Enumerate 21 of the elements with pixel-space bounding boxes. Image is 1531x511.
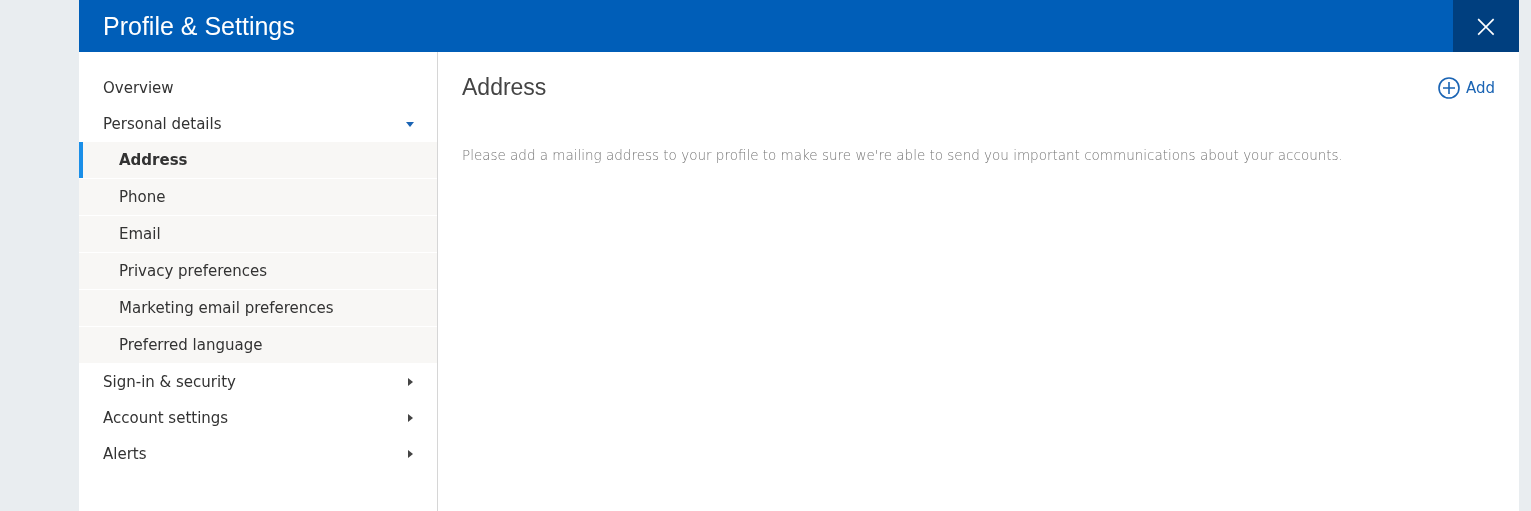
sidebar-subitem[interactable]: Phone [79, 179, 437, 215]
sidebar-subitem[interactable]: Privacy preferences [79, 253, 437, 289]
info-message: Please add a mailing address to your profile to make sure we're able to send you important communications about your accounts. [462, 147, 1344, 163]
sidebar-subitem[interactable]: Address [79, 142, 437, 178]
close-button[interactable]: × [1453, 0, 1519, 52]
sidebar-subitem[interactable]: Email [79, 216, 437, 252]
sidebar-subitem[interactable]: Preferred language [79, 327, 437, 363]
sidebar-item[interactable]: Personal details [79, 106, 437, 142]
plus-circle-icon [1437, 76, 1460, 99]
add-button[interactable]: Add [1437, 76, 1495, 99]
window-title: Profile & Settings [103, 11, 296, 41]
section-heading: Address [462, 74, 547, 101]
sidebar-item[interactable]: Account settings [79, 400, 437, 436]
sidebar-item[interactable]: Sign-in & security [79, 364, 437, 400]
caret-icon [405, 449, 415, 459]
caret-icon [405, 413, 415, 423]
caret-icon [405, 119, 415, 129]
sidebar-subitem[interactable]: Marketing email preferences [79, 290, 437, 326]
caret-icon [405, 377, 415, 387]
sidebar-item[interactable]: Alerts [79, 436, 437, 472]
sidebar-item[interactable]: Overview [79, 70, 437, 106]
